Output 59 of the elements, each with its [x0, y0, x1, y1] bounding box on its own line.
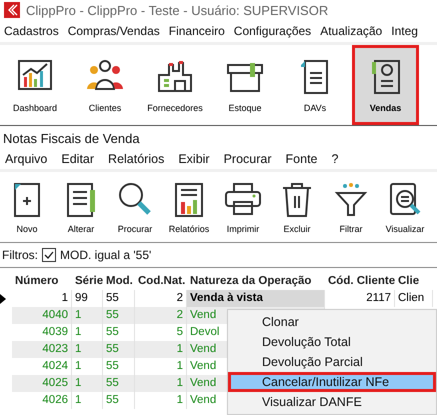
- table-cell: Clien: [395, 290, 433, 307]
- toolbar-button[interactable]: Excluir: [270, 172, 324, 242]
- toolbar-button[interactable]: Vendas: [352, 45, 419, 125]
- column-header[interactable]: Cod.Nat.: [135, 275, 187, 287]
- table-cell: 1: [135, 392, 187, 409]
- filter-label: Filtros:: [2, 248, 38, 262]
- menu-item[interactable]: Financeiro: [168, 24, 225, 38]
- toolbar-button[interactable]: DAVs: [280, 45, 350, 125]
- column-header[interactable]: Série: [72, 275, 103, 287]
- toolbar-button[interactable]: Procurar: [108, 172, 162, 242]
- context-menu-item[interactable]: Cancelar/Inutilizar NFe: [228, 372, 436, 392]
- toolbar-button[interactable]: Novo: [0, 172, 54, 242]
- table-cell: 55: [103, 341, 135, 358]
- column-header[interactable]: Mod.: [103, 275, 135, 287]
- column-header[interactable]: Clie: [395, 275, 433, 287]
- table-cell: 1: [72, 341, 103, 358]
- menu-item[interactable]: Atualização: [320, 24, 382, 38]
- table-cell: 55: [103, 392, 135, 409]
- toolbar-button[interactable]: Fornecedores: [140, 45, 210, 125]
- table-cell: 1: [72, 392, 103, 409]
- table-cell: 55: [103, 375, 135, 392]
- window-title: ClippPro - ClippPro - Teste - Usuário: SUPERVISOR: [26, 2, 328, 18]
- menu-item[interactable]: ?: [332, 152, 338, 166]
- table-cell: 1: [72, 307, 103, 324]
- table-cell: 2117: [325, 290, 395, 307]
- menu-item[interactable]: Procurar: [224, 152, 272, 166]
- menu-item[interactable]: Cadastros: [4, 24, 59, 38]
- toolbar-button[interactable]: Relatórios: [162, 172, 216, 242]
- table-cell: 1: [135, 341, 187, 358]
- filter-text: MOD. igual a '55': [60, 248, 152, 262]
- toolbar-button[interactable]: Visualizar: [378, 172, 432, 242]
- column-header[interactable]: Número: [12, 275, 72, 287]
- column-header[interactable]: Cód. Cliente: [325, 275, 395, 287]
- menu-item[interactable]: Relatórios: [108, 152, 164, 166]
- menu-item[interactable]: Editar: [61, 152, 94, 166]
- menu-item[interactable]: Integ: [391, 24, 418, 38]
- toolbar-button[interactable]: Imprimir: [216, 172, 270, 242]
- column-header[interactable]: Natureza da Operação: [187, 275, 325, 287]
- table-cell: Venda à vista: [187, 290, 325, 307]
- toolbar-button[interactable]: Alterar: [54, 172, 108, 242]
- table-cell: 4023: [12, 341, 72, 358]
- table-cell: 4026: [12, 392, 72, 409]
- table-cell: 1: [72, 375, 103, 392]
- table-cell: 4040: [12, 307, 72, 324]
- table-cell: 4025: [12, 375, 72, 392]
- menu-item[interactable]: Compras/Vendas: [68, 24, 160, 38]
- menu-item[interactable]: Exibir: [178, 152, 210, 166]
- menu-item[interactable]: Fonte: [286, 152, 318, 166]
- table-cell: 2: [135, 307, 187, 324]
- table-cell: 55: [103, 307, 135, 324]
- menu-item[interactable]: Configurações: [234, 24, 312, 38]
- table-cell: 1: [135, 375, 187, 392]
- checkbox[interactable]: [42, 248, 56, 262]
- form-title: Notas Fiscais de Venda: [2, 130, 141, 148]
- toolbar-button[interactable]: Estoque: [210, 45, 280, 125]
- toolbar-button[interactable]: Filtrar: [324, 172, 378, 242]
- toolbar-button[interactable]: Dashboard: [0, 45, 70, 125]
- toolbar-button[interactable]: Clientes: [70, 45, 140, 125]
- menu-item[interactable]: Arquivo: [5, 152, 48, 166]
